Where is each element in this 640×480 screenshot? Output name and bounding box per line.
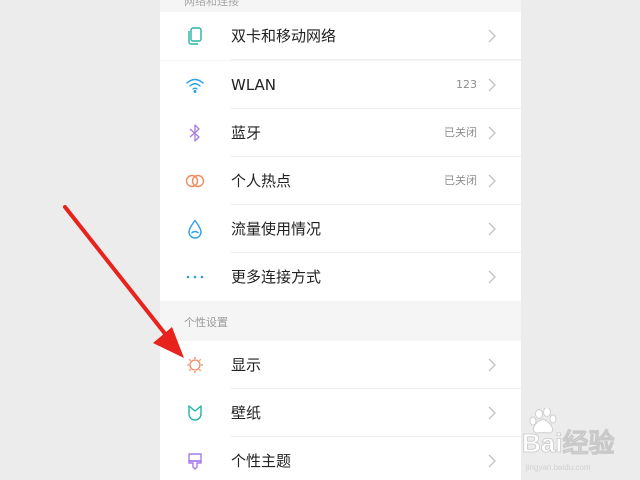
- watermark-text: Bai经验: [522, 428, 614, 458]
- watermark-subtext: jingyan.baidu.com: [525, 463, 591, 472]
- baidu-jingyan-watermark-logo: Bai经验 jingyan.baidu.com: [522, 408, 615, 472]
